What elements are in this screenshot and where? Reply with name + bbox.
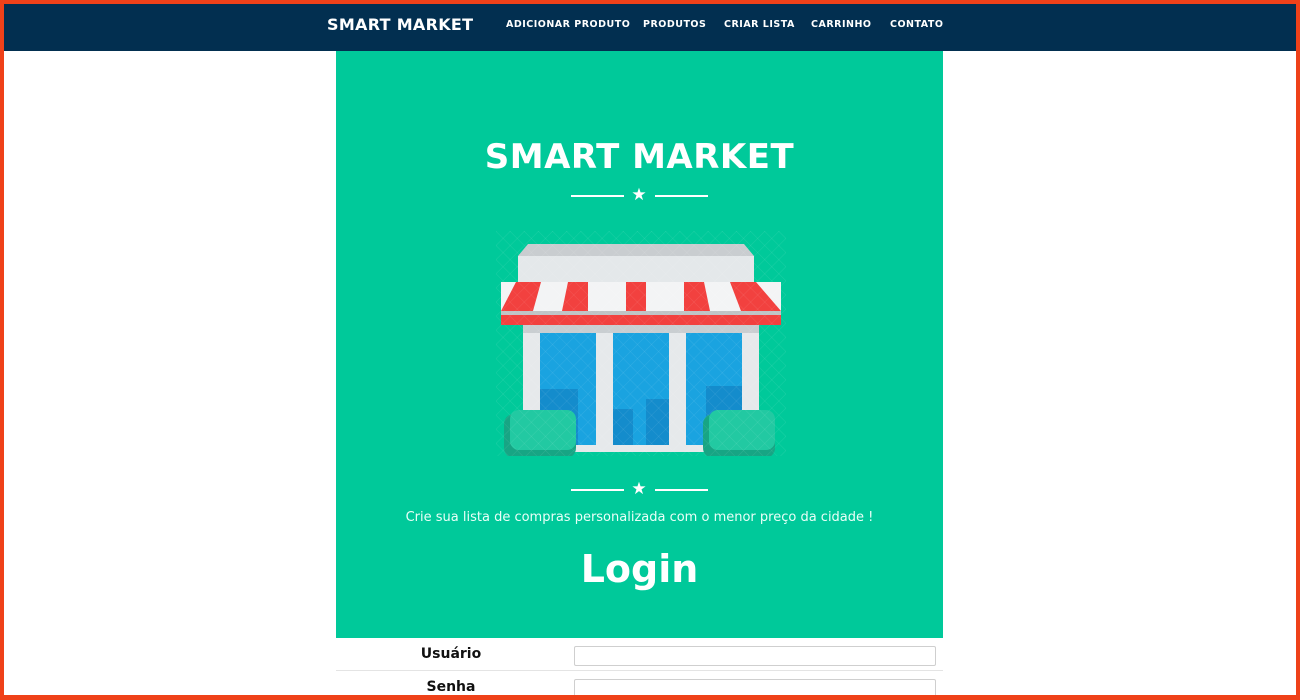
- password-input[interactable]: [574, 679, 936, 695]
- hero-section: SMART MARKET ★ ★ Crie sua lista de compr…: [336, 51, 943, 638]
- password-label: Senha: [426, 679, 476, 695]
- star-divider-top: ★: [571, 185, 708, 204]
- star-icon: ★: [631, 185, 647, 204]
- username-label: Usuário: [420, 646, 482, 662]
- username-row: Usuário: [336, 638, 943, 671]
- storefront-icon: [496, 231, 786, 456]
- nav-produtos[interactable]: PRODUTOS: [643, 19, 706, 30]
- hero-tagline: Crie sua lista de compras personalizada …: [405, 510, 874, 525]
- page-frame: SMART MARKET ADICIONAR PRODUTO PRODUTOS …: [0, 0, 1300, 700]
- hero-title: SMART MARKET: [484, 137, 795, 177]
- star-divider-bottom: ★: [571, 479, 708, 498]
- password-row: Senha: [336, 671, 943, 695]
- star-icon: ★: [631, 479, 647, 498]
- login-heading: Login: [580, 547, 699, 591]
- top-navbar: SMART MARKET ADICIONAR PRODUTO PRODUTOS …: [4, 4, 1296, 51]
- nav-carrinho[interactable]: CARRINHO: [811, 19, 871, 30]
- nav-contato[interactable]: CONTATO: [890, 19, 943, 30]
- nav-criar-lista[interactable]: CRIAR LISTA: [724, 19, 795, 30]
- username-input[interactable]: [574, 646, 936, 666]
- nav-adicionar-produto[interactable]: ADICIONAR PRODUTO: [506, 19, 630, 30]
- brand-logo-link[interactable]: SMART MARKET: [327, 15, 473, 34]
